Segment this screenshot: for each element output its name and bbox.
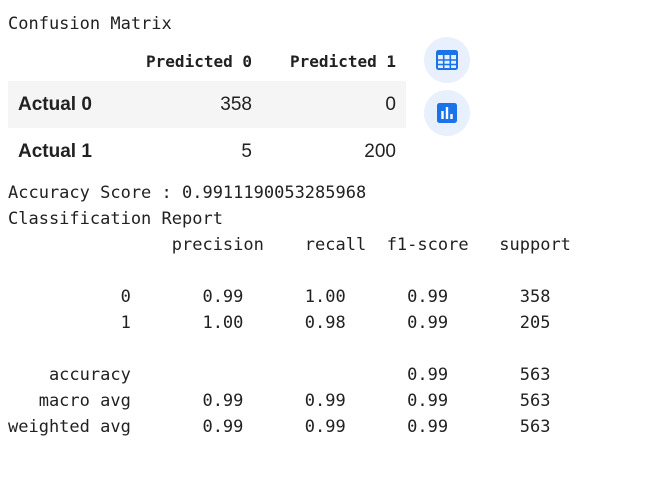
table-cell: 0 (385, 93, 396, 115)
index-header (8, 41, 118, 81)
table-cell: 358 (220, 93, 252, 115)
row-label-actual-0: Actual 0 (18, 93, 92, 115)
accuracy-score-line: Accuracy Score : 0.9911190053285968 (8, 183, 367, 203)
table-cell: 200 (364, 140, 396, 162)
suggest-charts-button[interactable] (424, 90, 470, 136)
table-row: Actual 1 5 200 (8, 128, 406, 175)
bar-chart-icon (437, 103, 457, 123)
column-header-predicted-0: Predicted 0 (146, 51, 252, 71)
table-header-row: Predicted 0 Predicted 1 (8, 41, 406, 81)
classification-report-title: Classification Report (8, 209, 223, 229)
confusion-matrix-table: Predicted 0 Predicted 1 Actual 0 358 0 A… (8, 41, 406, 175)
classification-report-text: precision recall f1-score support 0 0.99… (8, 235, 571, 437)
table-row: Actual 0 358 0 (8, 81, 406, 128)
confusion-matrix-title: Confusion Matrix (8, 14, 172, 34)
convert-to-table-button[interactable] (424, 37, 470, 83)
row-label-actual-1: Actual 1 (18, 140, 92, 162)
column-header-predicted-1: Predicted 1 (290, 51, 396, 71)
table-view-icon (436, 50, 458, 70)
table-cell: 5 (241, 140, 252, 162)
